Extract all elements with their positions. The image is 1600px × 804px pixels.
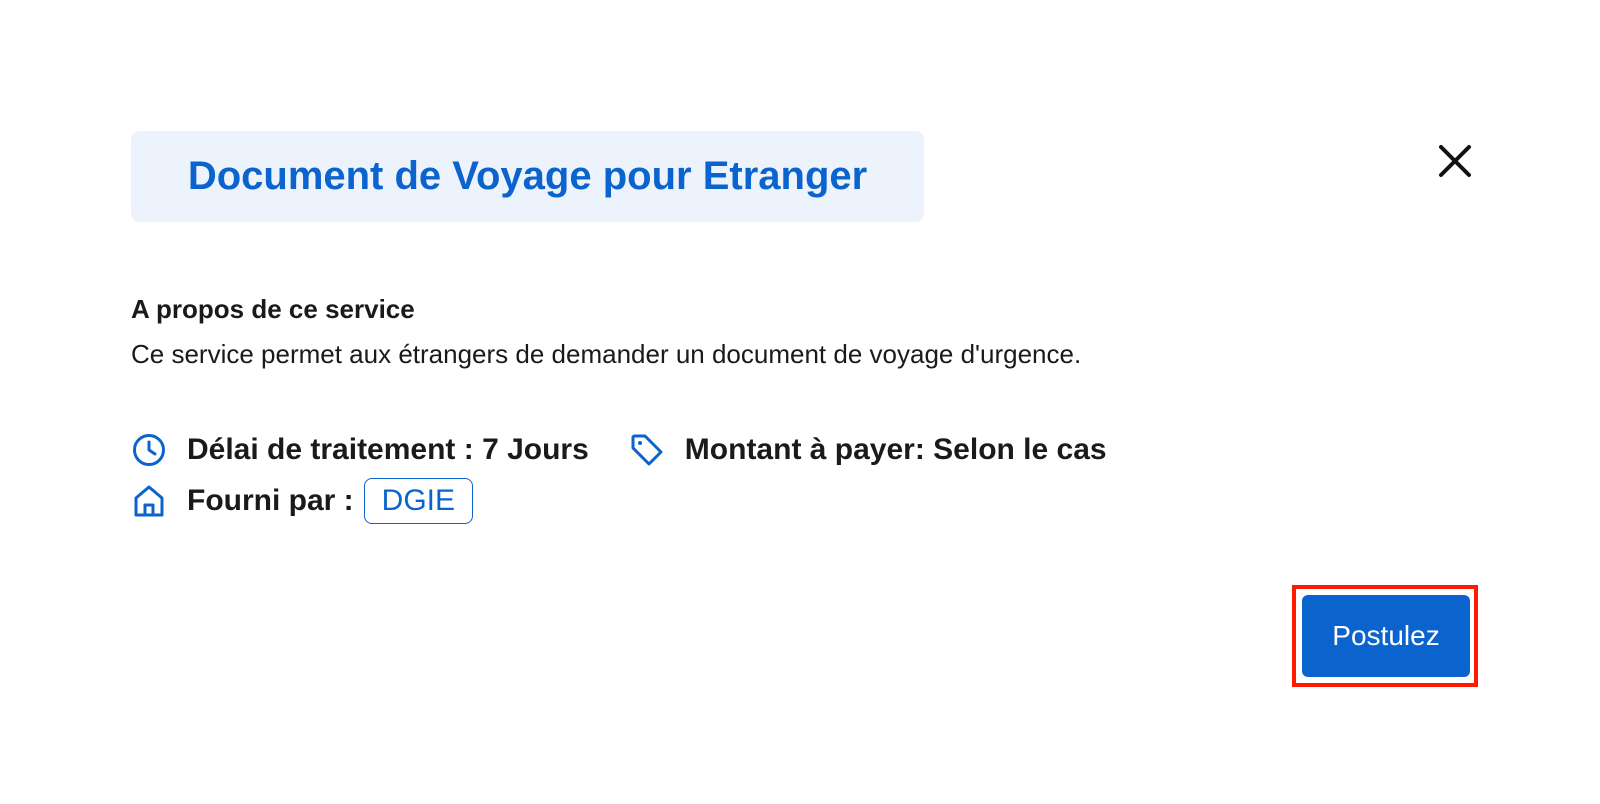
modal-title: Document de Voyage pour Etranger — [187, 154, 868, 198]
provider: Fourni par : DGIE — [131, 478, 474, 524]
about-description: Ce service permet aux étrangers de deman… — [131, 339, 1082, 369]
clock-icon — [131, 432, 167, 468]
processing-time-text: Délai de traitement : 7 Jours — [187, 433, 589, 466]
close-icon — [1439, 145, 1471, 177]
price: Montant à payer: Selon le cas — [629, 432, 1107, 468]
price-text: Montant à payer: Selon le cas — [684, 433, 1107, 466]
details-row-1: Délai de traitement : 7 Jours Montant à … — [131, 432, 1107, 468]
about-heading: A propos de ce service — [131, 294, 415, 324]
apply-button[interactable]: Postulez — [1302, 595, 1470, 677]
provider-label: Fourni par : — [187, 484, 354, 517]
title-chip: Document de Voyage pour Etranger — [131, 131, 924, 222]
home-icon — [131, 483, 167, 519]
close-button[interactable] — [1434, 140, 1476, 182]
processing-time: Délai de traitement : 7 Jours — [131, 432, 589, 468]
service-modal: Document de Voyage pour Etranger A propo… — [0, 0, 1600, 804]
details-row-2: Fourni par : DGIE — [131, 478, 474, 524]
provider-badge[interactable]: DGIE — [363, 478, 474, 524]
tag-icon — [629, 432, 665, 468]
